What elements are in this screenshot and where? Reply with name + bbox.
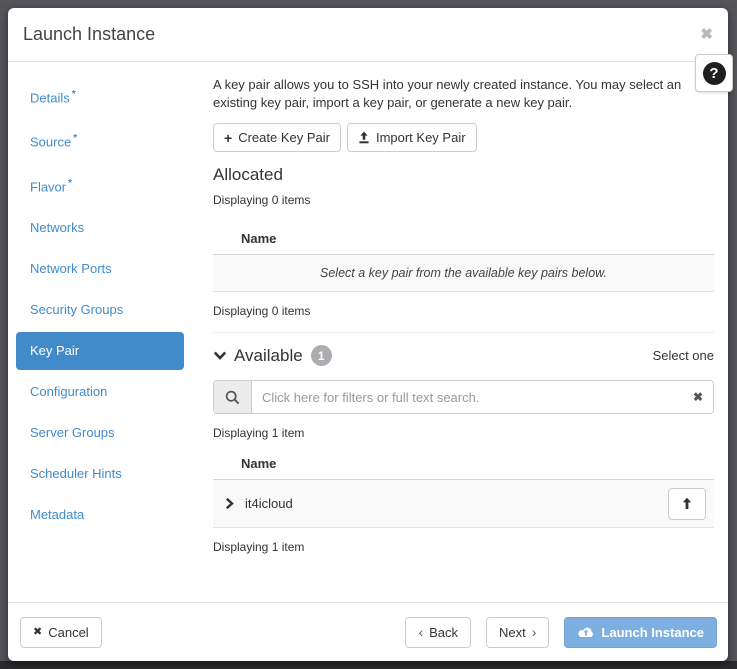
question-circle-icon: ?: [703, 62, 726, 85]
key-pair-row[interactable]: it4icloud: [213, 480, 714, 528]
wizard-nav-buttons: ‹ Back Next › Launch Instance: [405, 617, 717, 648]
create-key-pair-button[interactable]: + Create Key Pair: [213, 123, 341, 152]
next-label: Next: [499, 625, 526, 640]
launch-instance-modal: Launch Instance ✖ ? Details* Source* Fla…: [8, 8, 728, 661]
launch-instance-label: Launch Instance: [601, 625, 704, 640]
search-input-wrap: ✖: [252, 381, 713, 413]
section-divider: [213, 332, 714, 333]
cloud-upload-icon: [577, 626, 595, 639]
sidebar-item-label: Flavor: [30, 179, 66, 194]
allocated-heading: Allocated: [213, 165, 714, 185]
sidebar-item-server-groups[interactable]: Server Groups: [16, 414, 184, 452]
sidebar-item-networks[interactable]: Networks: [16, 209, 184, 247]
plus-icon: +: [224, 131, 232, 145]
available-count-top: Displaying 1 item: [213, 426, 714, 440]
required-asterisk: *: [68, 178, 72, 189]
next-button[interactable]: Next ›: [486, 617, 549, 648]
chevron-left-icon: ‹: [418, 625, 423, 639]
select-one-hint: Select one: [653, 348, 714, 363]
sidebar-item-configuration[interactable]: Configuration: [16, 373, 184, 411]
sidebar-item-metadata[interactable]: Metadata: [16, 496, 184, 534]
cancel-button[interactable]: ✖ Cancel: [20, 617, 102, 648]
upload-icon: [358, 131, 370, 144]
available-header: Available 1 Select one: [213, 345, 714, 366]
modal-title: Launch Instance: [23, 24, 155, 45]
sidebar-item-label: Network Ports: [30, 261, 112, 276]
sidebar-item-label: Source: [30, 135, 71, 150]
required-asterisk: *: [72, 89, 76, 100]
allocated-empty-message: Select a key pair from the available key…: [213, 255, 714, 292]
import-key-pair-label: Import Key Pair: [376, 131, 466, 144]
import-key-pair-button[interactable]: Import Key Pair: [347, 123, 477, 152]
step-description: A key pair allows you to SSH into your n…: [213, 76, 693, 112]
page-backdrop-strip: [0, 661, 737, 669]
sidebar-item-label: Networks: [30, 220, 84, 235]
search-icon: [214, 381, 252, 413]
clear-search-icon[interactable]: ✖: [693, 391, 703, 403]
sidebar-item-label: Key Pair: [30, 343, 79, 358]
launch-instance-button[interactable]: Launch Instance: [564, 617, 717, 648]
available-heading: Available: [234, 346, 303, 366]
available-count-bottom: Displaying 1 item: [213, 540, 714, 554]
chevron-right-icon[interactable]: [223, 495, 236, 512]
sidebar-item-label: Metadata: [30, 507, 84, 522]
allocate-up-arrow-button[interactable]: [668, 488, 706, 520]
sidebar-item-scheduler-hints[interactable]: Scheduler Hints: [16, 455, 184, 493]
sidebar-item-details[interactable]: Details*: [16, 76, 184, 117]
modal-footer: ✖ Cancel ‹ Back Next › Launch Instance: [8, 602, 728, 661]
help-button[interactable]: ?: [695, 54, 733, 92]
key-pair-name: it4icloud: [245, 496, 293, 511]
sidebar-item-flavor[interactable]: Flavor*: [16, 165, 184, 206]
cancel-x-icon: ✖: [33, 627, 42, 638]
required-asterisk: *: [73, 133, 77, 144]
available-count-badge: 1: [311, 345, 332, 366]
chevron-down-icon[interactable]: [213, 351, 227, 360]
sidebar-item-label: Details: [30, 90, 70, 105]
allocated-count-top: Displaying 0 items: [213, 193, 714, 207]
close-icon[interactable]: ✖: [700, 27, 713, 42]
sidebar-item-network-ports[interactable]: Network Ports: [16, 250, 184, 288]
up-arrow-icon: [681, 497, 693, 510]
key-pair-actions: + Create Key Pair Import Key Pair: [213, 123, 714, 152]
search-input[interactable]: [252, 381, 713, 413]
sidebar-item-security-groups[interactable]: Security Groups: [16, 291, 184, 329]
cancel-label: Cancel: [48, 625, 88, 640]
sidebar-item-label: Scheduler Hints: [30, 466, 122, 481]
key-pair-step-panel: A key pair allows you to SSH into your n…: [205, 62, 728, 602]
sidebar-item-source[interactable]: Source*: [16, 120, 184, 161]
back-label: Back: [429, 625, 458, 640]
sidebar-item-key-pair[interactable]: Key Pair: [16, 332, 184, 370]
create-key-pair-label: Create Key Pair: [238, 131, 330, 144]
modal-body: Details* Source* Flavor* Networks Networ…: [8, 62, 728, 602]
filter-search-bar: ✖: [213, 380, 714, 414]
chevron-right-icon: ›: [532, 625, 537, 639]
back-button[interactable]: ‹ Back: [405, 617, 471, 648]
wizard-step-list: Details* Source* Flavor* Networks Networ…: [8, 62, 205, 602]
sidebar-item-label: Security Groups: [30, 302, 123, 317]
allocated-count-bottom: Displaying 0 items: [213, 304, 714, 318]
sidebar-item-label: Configuration: [30, 384, 107, 399]
modal-header: Launch Instance ✖: [8, 8, 728, 62]
available-name-header: Name: [213, 440, 714, 480]
allocated-name-header: Name: [213, 215, 714, 255]
sidebar-item-label: Server Groups: [30, 425, 115, 440]
